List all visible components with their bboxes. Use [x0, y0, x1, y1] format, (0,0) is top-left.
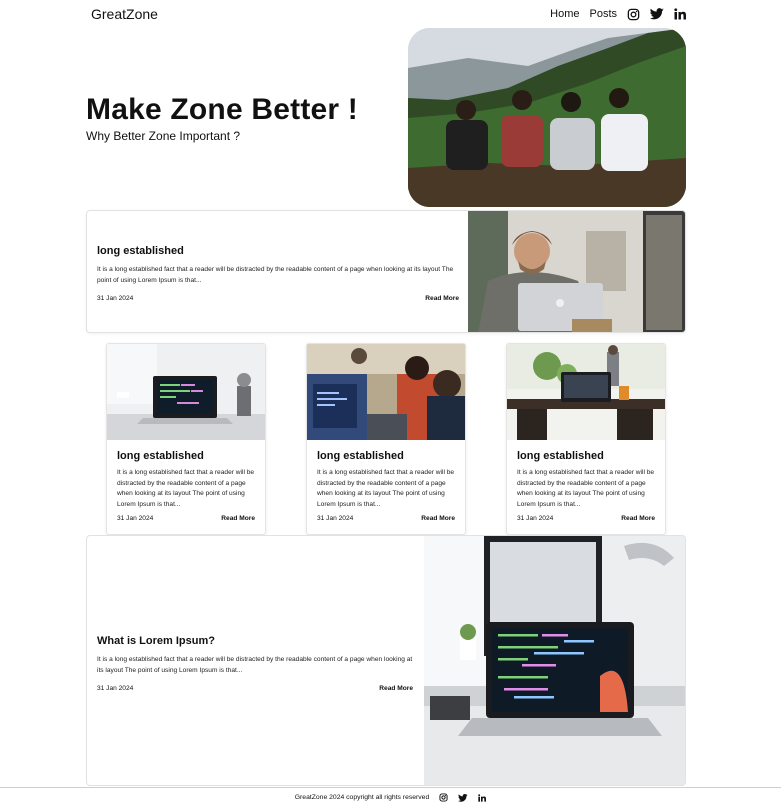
post-card-2-description: It is a long established fact that a rea… [317, 469, 455, 508]
post-card-1-read-more-link[interactable]: Read More [221, 515, 255, 522]
nav-link-posts[interactable]: Posts [589, 8, 617, 20]
bottom-post-read-more-link[interactable]: Read More [379, 685, 413, 692]
featured-post-image [468, 211, 685, 332]
post-card-3-read-more-link[interactable]: Read More [621, 515, 655, 522]
featured-post-card[interactable]: long established It is a long establishe… [86, 210, 686, 333]
post-card-3-text: long established It is a long establishe… [507, 440, 665, 522]
post-card-2[interactable]: long established It is a long establishe… [306, 343, 466, 535]
featured-post-text: long established It is a long establishe… [97, 245, 459, 302]
post-card-2-date: 31 Jan 2024 [317, 515, 354, 522]
featured-post-description: It is a long established fact that a rea… [97, 266, 454, 284]
post-card-2-read-more-link[interactable]: Read More [421, 515, 455, 522]
post-card-1-footer: 31 Jan 2024 Read More [117, 515, 255, 522]
bottom-post-footer: 31 Jan 2024 Read More [97, 685, 413, 692]
nav-links: Home Posts [550, 8, 686, 21]
post-card-3-image [507, 344, 665, 440]
post-card-1-description: It is a long established fact that a rea… [117, 469, 255, 508]
hero-image [408, 28, 686, 207]
hero-subtitle: Why Better Zone Important ? [86, 129, 241, 143]
post-card-1-image [107, 344, 265, 440]
post-card-2-image [307, 344, 465, 440]
post-card-3-title: long established [517, 450, 604, 462]
page-footer: GreatZone 2024 copyright all rights rese… [0, 787, 781, 807]
linkedin-icon[interactable] [674, 8, 686, 20]
top-navbar: GreatZone Home Posts [86, 0, 686, 28]
featured-post-date: 31 Jan 2024 [97, 295, 134, 302]
featured-read-more-link[interactable]: Read More [425, 295, 459, 302]
linkedin-icon[interactable] [478, 793, 487, 802]
bottom-post-date: 31 Jan 2024 [97, 685, 134, 692]
hero-text: Make Zone Better ! Why Better Zone Impor… [86, 93, 358, 143]
post-card-1[interactable]: long established It is a long establishe… [106, 343, 266, 535]
post-card-3-footer: 31 Jan 2024 Read More [517, 515, 655, 522]
featured-post-title: long established [97, 245, 184, 257]
post-card-2-footer: 31 Jan 2024 Read More [317, 515, 455, 522]
post-card-3-date: 31 Jan 2024 [517, 515, 554, 522]
bottom-post-description: It is a long established fact that a rea… [97, 656, 413, 674]
bottom-post-text: What is Lorem Ipsum? It is a long establ… [97, 635, 413, 692]
post-card-2-text: long established It is a long establishe… [307, 440, 465, 522]
twitter-icon[interactable] [650, 8, 664, 20]
post-card-1-title: long established [117, 450, 204, 462]
nav-link-home[interactable]: Home [550, 8, 579, 20]
instagram-icon[interactable] [439, 793, 448, 802]
post-card-3-description: It is a long established fact that a rea… [517, 469, 655, 508]
instagram-icon[interactable] [627, 8, 640, 21]
post-card-2-title: long established [317, 450, 404, 462]
post-card-1-date: 31 Jan 2024 [117, 515, 154, 522]
brand-logo[interactable]: GreatZone [86, 6, 158, 22]
featured-post-footer: 31 Jan 2024 Read More [97, 295, 459, 302]
hero-title: Make Zone Better ! [86, 93, 358, 126]
footer-copyright: GreatZone 2024 copyright all rights rese… [294, 794, 430, 801]
post-card-1-text: long established It is a long establishe… [107, 440, 265, 522]
bottom-post-card[interactable]: What is Lorem Ipsum? It is a long establ… [86, 535, 686, 786]
bottom-post-title: What is Lorem Ipsum? [97, 635, 215, 647]
post-card-3[interactable]: long established It is a long establishe… [506, 343, 666, 535]
bottom-post-image [424, 536, 685, 785]
twitter-icon[interactable] [458, 793, 468, 802]
